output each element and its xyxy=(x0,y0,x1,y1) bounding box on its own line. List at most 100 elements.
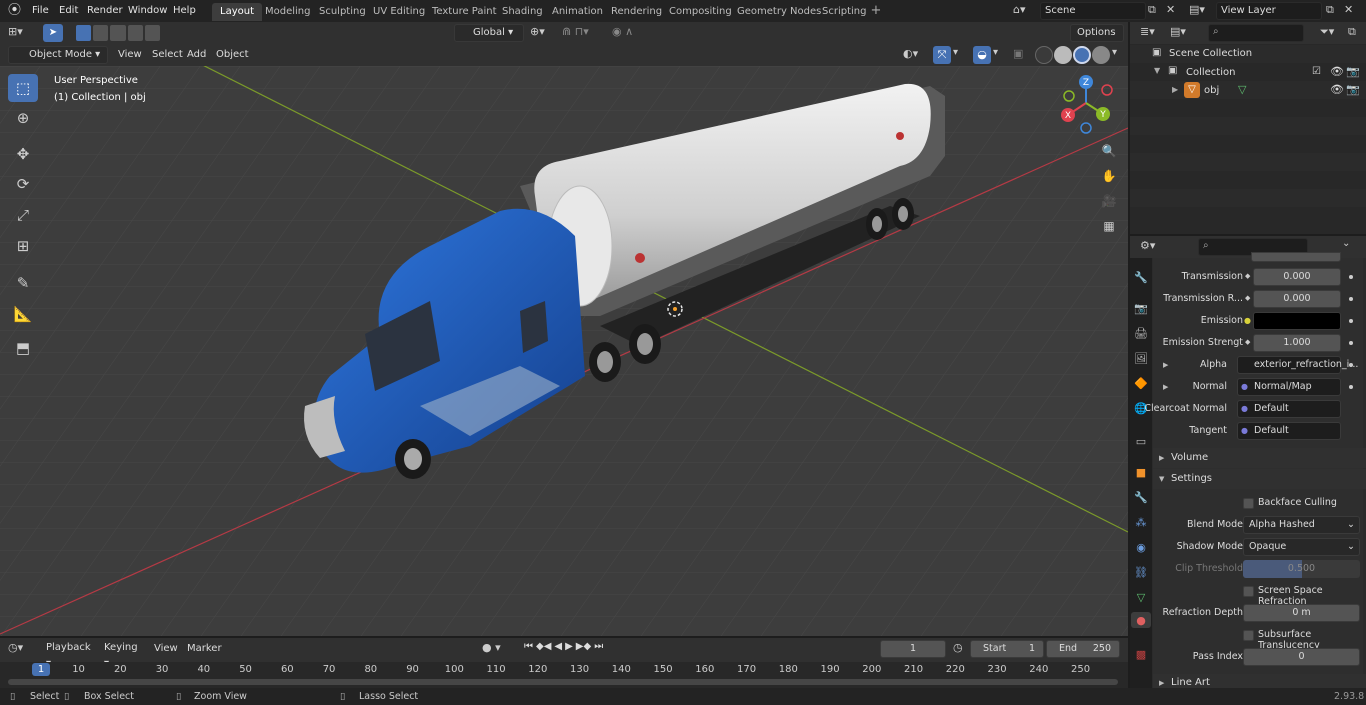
expand-collection-icon[interactable]: ▼ xyxy=(1154,66,1160,75)
menu-view[interactable]: View xyxy=(112,44,148,66)
add-workspace-icon[interactable]: + xyxy=(869,4,883,18)
gizmo-toggle-icon[interactable]: ⤧ xyxy=(933,46,951,64)
menu-add[interactable]: Add xyxy=(181,44,212,66)
prev-keyframe-icon[interactable]: ◆◀ xyxy=(536,641,551,657)
menu-file[interactable]: File xyxy=(26,0,55,22)
timeline-view-menu[interactable]: View xyxy=(148,638,184,658)
3d-viewport[interactable]: User Perspective (1) Collection | obj ⬚ … xyxy=(0,66,1128,636)
preview-range-icon[interactable]: ◷ xyxy=(953,641,969,657)
cursor-tool-icon[interactable]: ⊕ xyxy=(8,104,38,132)
tab-uv-editing[interactable]: UV Editing xyxy=(365,3,433,21)
menu-object[interactable]: Object xyxy=(210,44,255,66)
filter-icon[interactable]: ⏷▾ xyxy=(1320,25,1344,41)
auto-key-icon[interactable]: ● ▾ xyxy=(482,641,516,657)
editor-type-icon[interactable]: ⊞▾ xyxy=(8,25,34,41)
shading-dropdown-icon[interactable]: ▾ xyxy=(1112,47,1124,63)
tab-texture-paint[interactable]: Texture Paint xyxy=(424,3,505,21)
move-tool-icon[interactable]: ✥ xyxy=(8,140,38,168)
menu-help[interactable]: Help xyxy=(167,0,202,22)
scale-tool-icon[interactable]: ⤢ xyxy=(8,201,38,229)
animate-dot-icon[interactable] xyxy=(1349,275,1353,279)
visibility-icon[interactable]: ◐▾ xyxy=(903,47,929,63)
navigation-gizmo[interactable]: Z X Y xyxy=(1058,74,1118,134)
backface-culling-checkbox[interactable] xyxy=(1243,498,1254,509)
properties-options-icon[interactable]: ⌄ xyxy=(1342,238,1358,256)
data-tab-icon[interactable]: ▽ xyxy=(1133,589,1149,605)
keyframe-icon[interactable]: ◆ xyxy=(1245,294,1250,302)
blender-logo-icon[interactable]: ⦿ xyxy=(8,3,24,19)
timeline-scrollbar[interactable] xyxy=(8,679,1118,685)
options-dropdown[interactable]: Options ▾ xyxy=(1070,24,1124,54)
material-shading-icon[interactable] xyxy=(1073,46,1091,64)
keyframe-icon[interactable]: ◆ xyxy=(1245,272,1250,280)
animate-dot-icon[interactable] xyxy=(1349,385,1353,389)
outliner-row-collection[interactable]: ▼ ▣ Collection ☑ 👁 📷 xyxy=(1130,63,1366,81)
rendered-shading-icon[interactable] xyxy=(1092,46,1110,64)
clearcoat-normal-field[interactable]: Default xyxy=(1237,400,1341,418)
ortho-toggle-icon[interactable]: ▦ xyxy=(1098,215,1120,237)
gizmo-neg-x[interactable] xyxy=(1101,84,1113,96)
pivot-icon[interactable]: ⊕▾ xyxy=(530,25,558,41)
eye-icon[interactable]: 👁 xyxy=(1330,83,1344,96)
frame-ruler[interactable]: 1 10 20 30 40 50 60 70 80 90 100 110 120 130 140 150 160… xyxy=(0,662,1128,688)
new-collection-icon[interactable]: ⧉ xyxy=(1348,25,1362,41)
emission-strength-field[interactable]: 1.000 xyxy=(1253,334,1341,352)
rotate-tool-icon[interactable]: ⟳ xyxy=(8,170,38,198)
animate-dot-icon[interactable] xyxy=(1349,363,1353,367)
xray-icon[interactable]: ▣ xyxy=(1013,47,1029,63)
measure-tool-icon[interactable]: 📐 xyxy=(8,300,38,328)
expand-obj-icon[interactable]: ▶ xyxy=(1172,85,1178,94)
menu-window[interactable]: Window xyxy=(122,0,173,22)
overlay-dropdown-icon[interactable]: ▾ xyxy=(993,47,1005,63)
select-extend-icon[interactable] xyxy=(93,25,109,41)
playback-menu[interactable]: Playback ▾ xyxy=(40,640,96,669)
outliner-editor-icon[interactable]: ≣▾ xyxy=(1140,25,1164,41)
transform-tool-icon[interactable]: ⊞ xyxy=(8,232,38,260)
zoom-view-icon[interactable]: 🔍 xyxy=(1098,140,1120,162)
select-tool-icon[interactable]: ➤ xyxy=(43,24,63,42)
camera-render-icon[interactable]: 📷 xyxy=(1346,65,1360,78)
select-invert-icon[interactable] xyxy=(127,25,143,41)
snap-icon[interactable]: ⋒ ⊓▾ xyxy=(562,25,610,41)
refraction-depth-field[interactable]: 0 m xyxy=(1243,604,1360,622)
start-frame-field[interactable]: Start 1 xyxy=(970,640,1044,658)
alpha-link-field[interactable]: exterior_refraction_i... xyxy=(1237,356,1358,374)
gizmo-dropdown-icon[interactable]: ▾ xyxy=(953,47,965,63)
annotate-tool-icon[interactable]: ✎ xyxy=(8,269,38,297)
settings-panel-header[interactable]: ▼ Settings xyxy=(1153,469,1366,489)
transmission-field[interactable]: 0.000 xyxy=(1253,268,1341,286)
end-frame-field[interactable]: End 250 xyxy=(1046,640,1120,658)
object-tab-icon[interactable]: ■ xyxy=(1133,464,1149,480)
clip-threshold-slider[interactable]: 0.500 xyxy=(1243,560,1360,578)
tab-animation[interactable]: Animation xyxy=(544,3,611,21)
timeline-editor-icon[interactable]: ◷▾ xyxy=(8,641,34,657)
display-mode-icon[interactable]: ▤▾ xyxy=(1170,25,1194,41)
tab-modeling[interactable]: Modeling xyxy=(257,3,319,21)
play-icon[interactable]: ▶ xyxy=(565,641,573,657)
tab-compositing[interactable]: Compositing xyxy=(661,3,740,21)
delete-view-layer-icon[interactable]: ✕ xyxy=(1344,3,1358,19)
tangent-field[interactable]: Default xyxy=(1237,422,1341,440)
exclude-checkbox-icon[interactable]: ☑ xyxy=(1312,66,1321,77)
emission-color-swatch[interactable] xyxy=(1253,312,1341,330)
gizmo-neg-z[interactable] xyxy=(1080,122,1092,134)
view-layer-field[interactable]: View Layer xyxy=(1216,2,1322,20)
modifier-tab-icon[interactable]: 🔧 xyxy=(1133,489,1149,505)
ior-field-partial[interactable] xyxy=(1251,252,1341,262)
animate-dot-icon[interactable] xyxy=(1349,297,1353,301)
transmission-roughness-field[interactable]: 0.000 xyxy=(1253,290,1341,308)
gizmo-neg-y[interactable] xyxy=(1063,90,1075,102)
solid-shading-icon[interactable] xyxy=(1054,46,1072,64)
subsurface-translucency-checkbox[interactable] xyxy=(1243,630,1254,641)
keyframe-icon[interactable]: ◆ xyxy=(1245,338,1250,346)
camera-render-icon[interactable]: 📷 xyxy=(1346,83,1360,96)
camera-view-icon[interactable]: 🎥 xyxy=(1098,190,1120,212)
wireframe-shading-icon[interactable] xyxy=(1035,46,1053,64)
keying-menu[interactable]: Keying ▾ xyxy=(98,640,146,669)
marker-menu[interactable]: Marker xyxy=(181,638,228,658)
new-scene-icon[interactable]: ⧉ xyxy=(1148,3,1162,19)
eye-icon[interactable]: 👁 xyxy=(1330,65,1344,78)
tweak-tool-icon[interactable]: ⬚ xyxy=(8,74,38,102)
proportional-edit-icon[interactable]: ◉ ∧ xyxy=(612,25,656,41)
outliner-row-scene[interactable]: ▣ Scene Collection xyxy=(1130,45,1366,63)
